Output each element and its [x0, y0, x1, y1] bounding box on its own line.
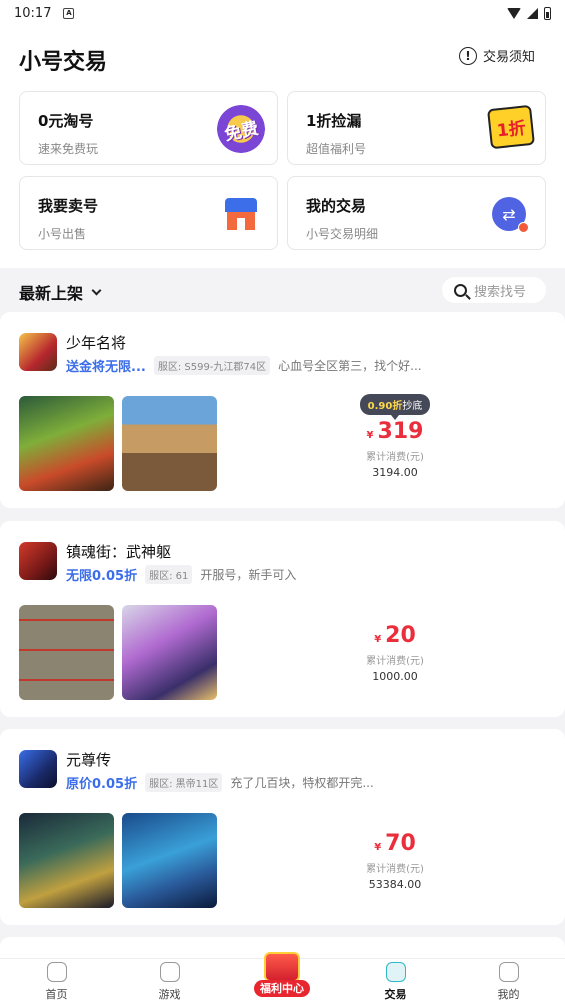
screenshot-thumbnail[interactable] [19, 396, 114, 491]
signal-icon [527, 7, 538, 19]
game-icon [19, 333, 57, 371]
spend-value: 3194.00 [372, 466, 418, 479]
discount-badge: 0.90折抄底 [359, 394, 431, 420]
quick-cards: 0元淘号 速来免费玩 免费 1折捡漏 超值福利号 1折 我要卖号 小号出售 我的… [19, 91, 546, 250]
promo-text: 送金将无限... [66, 360, 146, 375]
tab-games[interactable]: 游戏 [113, 959, 226, 1004]
listing-card[interactable]: 少年名将 送金将无限... 服区: S599-九江郡74区 心血号全区第三，找个… [0, 312, 565, 508]
info-icon: ! [458, 46, 477, 65]
screenshot-thumbnail[interactable] [19, 813, 114, 908]
screenshot-thumbnail[interactable] [122, 813, 217, 908]
section-header: 最新上架 搜索找号 [0, 268, 565, 312]
promo-text: 无限0.05折 [66, 569, 138, 584]
shop-icon [217, 190, 265, 238]
tab-trade[interactable]: 交易 [339, 959, 452, 1004]
listing-meta: 送金将无限... 服区: S599-九江郡74区 心血号全区第三，找个好... [66, 356, 422, 375]
price-block: ¥70 累计消费(元) 53384.00 [340, 827, 450, 891]
price: ¥20 [374, 623, 416, 648]
section-title: 最新上架 [19, 284, 84, 303]
server-badge: 服区: 61 [145, 565, 193, 584]
price-block: ¥20 累计消费(元) 1000.00 [340, 619, 450, 683]
price: ¥319 [366, 419, 424, 444]
spend-label: 累计消费(元) [366, 452, 424, 463]
screenshot-thumbnail[interactable] [122, 605, 217, 700]
my-trades-card[interactable]: 我的交易 小号交易明细 ⇄ [287, 176, 546, 250]
tab-label: 我的 [497, 988, 520, 1001]
price: ¥70 [374, 831, 416, 856]
spend-label: 累计消费(元) [366, 864, 424, 875]
status-time: 10:17 [14, 5, 52, 21]
game-icon [19, 750, 57, 788]
profile-icon [498, 962, 519, 982]
listing-description: 充了几百块，特权都开完... [230, 776, 374, 790]
home-icon [46, 962, 67, 982]
spend-value: 53384.00 [368, 878, 422, 891]
promo-text: 原价0.05折 [66, 777, 138, 792]
wifi-icon [507, 7, 521, 19]
header: 小号交易 ! 交易须知 0元淘号 速来免费玩 免费 1折捡漏 超值福利号 1折 … [0, 26, 565, 268]
search-placeholder: 搜索找号 [474, 284, 527, 300]
gamepad-icon [159, 962, 180, 982]
page-title: 小号交易 [19, 50, 108, 75]
tab-label: 游戏 [158, 988, 181, 1001]
search-icon [454, 283, 467, 297]
listing-meta: 无限0.05折 服区: 61 开服号，新手可入 [66, 565, 296, 584]
swap-icon: ⇄ [485, 190, 533, 238]
screenshot-thumbnail[interactable] [122, 396, 217, 491]
game-name: 少年名将 [66, 334, 127, 352]
game-icon [19, 542, 57, 580]
tab-label: 交易 [384, 988, 407, 1001]
chevron-down-icon [91, 285, 102, 295]
trade-icon [385, 962, 406, 982]
tab-label: 首页 [45, 988, 68, 1001]
trade-notice-button[interactable]: ! 交易须知 [458, 46, 535, 65]
sort-dropdown[interactable]: 最新上架 [19, 280, 102, 304]
tab-home[interactable]: 首页 [0, 959, 113, 1004]
notification-icon: A [63, 7, 75, 19]
tab-welfare-center[interactable]: 福利中心 [252, 952, 312, 1000]
discount-icon: 1折 [487, 104, 535, 150]
tab-label: 福利中心 [254, 980, 310, 997]
price-block: 0.90折抄底 ¥319 累计消费(元) 3194.00 [340, 394, 450, 479]
battery-icon [544, 6, 551, 20]
gift-icon [264, 952, 300, 982]
listing-description: 心血号全区第三，找个好... [278, 359, 422, 373]
status-bar: 10:17 A [0, 0, 565, 26]
listing-card[interactable]: 镇魂街：武神躯 无限0.05折 服区: 61 开服号，新手可入 ¥20 累计消费… [0, 521, 565, 717]
sell-account-card[interactable]: 我要卖号 小号出售 [19, 176, 278, 250]
screenshot-thumbnail[interactable] [19, 605, 114, 700]
trade-notice-label: 交易须知 [482, 50, 535, 65]
server-badge: 服区: S599-九江郡74区 [153, 356, 271, 375]
search-button[interactable]: 搜索找号 [442, 277, 546, 303]
game-name: 元尊传 [66, 751, 112, 769]
status-indicators [507, 6, 551, 20]
spend-value: 1000.00 [372, 670, 418, 683]
discount-account-card[interactable]: 1折捡漏 超值福利号 1折 [287, 91, 546, 165]
listing-card[interactable]: 元尊传 原价0.05折 服区: 黑帝11区 充了几百块，特权都开完... ¥70… [0, 729, 565, 925]
spend-label: 累计消费(元) [366, 656, 424, 667]
listing-description: 开服号，新手可入 [200, 568, 297, 582]
server-badge: 服区: 黑帝11区 [145, 773, 223, 792]
free-account-card[interactable]: 0元淘号 速来免费玩 免费 [19, 91, 278, 165]
tab-profile[interactable]: 我的 [452, 959, 565, 1004]
game-name: 镇魂街：武神躯 [66, 543, 172, 561]
listing-meta: 原价0.05折 服区: 黑帝11区 充了几百块，特权都开完... [66, 773, 374, 792]
